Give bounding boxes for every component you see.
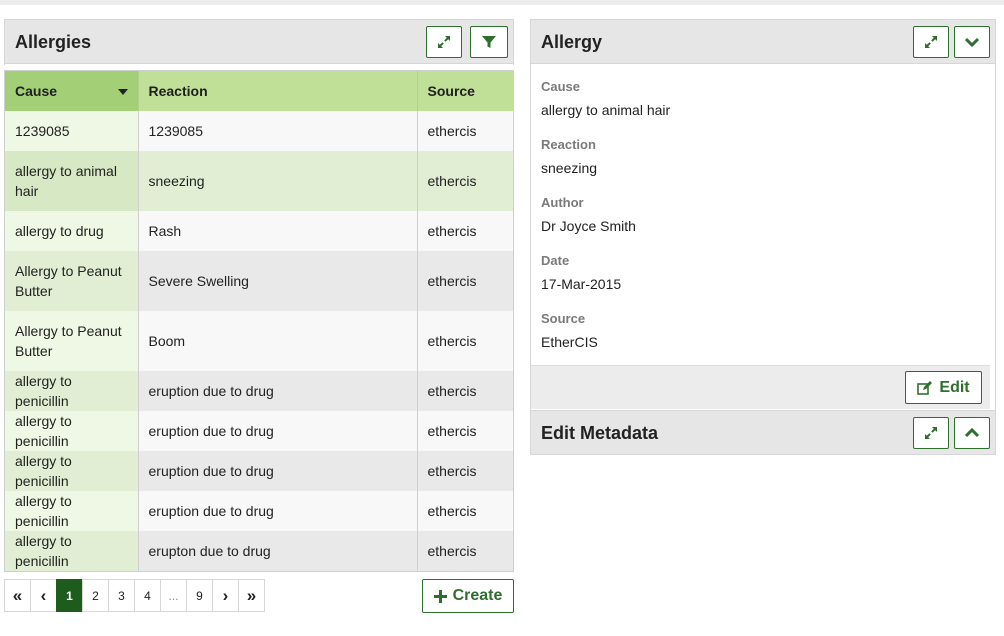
- allergies-table: Cause Reaction Source 1239085 1239085 et…: [4, 70, 514, 572]
- allergy-detail-header: Allergy: [531, 20, 995, 64]
- field-label-source: Source: [541, 311, 586, 326]
- cell-cause: Allergy to Peanut Butter: [5, 251, 139, 311]
- page-ellipsis: ...: [160, 579, 187, 612]
- filter-button[interactable]: [470, 26, 508, 58]
- table-row-selected[interactable]: allergy to animal hair sneezing ethercis: [5, 151, 513, 211]
- table-row[interactable]: allergy to drug Rash ethercis: [5, 211, 513, 251]
- cell-source: ethercis: [417, 251, 513, 311]
- cell-cause: allergy to animal hair: [5, 151, 139, 211]
- field-value-author: Dr Joyce Smith: [541, 218, 636, 234]
- cell-cause: 1239085: [5, 111, 139, 151]
- create-button[interactable]: Create: [422, 579, 514, 613]
- table-header-row: Cause Reaction Source: [5, 71, 513, 111]
- column-header-label: Cause: [15, 83, 58, 99]
- cell-reaction: Severe Swelling: [138, 251, 418, 311]
- cell-reaction: eruption due to drug: [138, 371, 418, 411]
- edit-metadata-title: Edit Metadata: [541, 423, 659, 443]
- cell-cause: allergy to drug: [5, 211, 139, 251]
- column-header-label: Reaction: [148, 83, 208, 99]
- page-button-1[interactable]: 1: [56, 579, 83, 612]
- cell-source: ethercis: [417, 311, 513, 371]
- cell-source: ethercis: [417, 491, 513, 531]
- expand-metadata-button[interactable]: [913, 417, 949, 449]
- edit-metadata-header: Edit Metadata: [531, 410, 995, 454]
- field-label-author: Author: [541, 195, 584, 210]
- allergy-detail-title: Allergy: [541, 32, 603, 52]
- chevron-up-icon: [965, 428, 979, 438]
- cell-cause: allergy to penicillin: [5, 531, 139, 571]
- expand-arrows-icon: [925, 427, 937, 439]
- table-row[interactable]: allergy to penicillin eruption due to dr…: [5, 411, 513, 451]
- sort-caret-icon: [117, 89, 128, 95]
- cell-cause: Allergy to Peanut Butter: [5, 311, 139, 371]
- top-strip: [0, 0, 1004, 5]
- table-row[interactable]: allergy to penicillin eruption due to dr…: [5, 371, 513, 411]
- cell-reaction: sneezing: [138, 151, 418, 211]
- table-row[interactable]: 1239085 1239085 ethercis: [5, 111, 513, 151]
- cell-source: ethercis: [417, 411, 513, 451]
- table-row[interactable]: allergy to penicillin erupton due to dru…: [5, 531, 513, 571]
- expand-arrows-icon: [925, 36, 937, 48]
- field-value-source: EtherCIS: [541, 334, 598, 350]
- page-button-4[interactable]: 4: [134, 579, 161, 612]
- cell-cause: allergy to penicillin: [5, 451, 139, 491]
- create-button-label: Create: [452, 587, 503, 604]
- cell-cause: allergy to penicillin: [5, 411, 139, 451]
- column-header-reaction[interactable]: Reaction: [138, 71, 418, 111]
- cell-source: ethercis: [417, 451, 513, 491]
- cell-reaction: eruption due to drug: [138, 451, 418, 491]
- cell-source: ethercis: [417, 371, 513, 411]
- cell-source: ethercis: [417, 531, 513, 571]
- page-button-2[interactable]: 2: [82, 579, 109, 612]
- cell-source: ethercis: [417, 151, 513, 211]
- allergies-panel-title: Allergies: [15, 32, 92, 52]
- last-page-button[interactable]: »: [238, 579, 265, 612]
- toggle-metadata-button[interactable]: [954, 417, 990, 449]
- cell-reaction: eruption due to drug: [138, 411, 418, 451]
- field-value-cause: allergy to animal hair: [541, 102, 671, 118]
- allergy-detail-panel: Allergy Cause allergy to animal hair Rea…: [530, 19, 996, 455]
- allergies-panel-header: Allergies: [5, 20, 513, 64]
- allergies-panel: Allergies: [4, 19, 514, 65]
- column-header-label: Source: [427, 83, 475, 99]
- cell-cause: allergy to penicillin: [5, 371, 139, 411]
- field-label-cause: Cause: [541, 79, 581, 94]
- field-label-reaction: Reaction: [541, 137, 596, 152]
- page-button-9[interactable]: 9: [186, 579, 213, 612]
- cell-reaction: Boom: [138, 311, 418, 371]
- cell-cause: allergy to penicillin: [5, 491, 139, 531]
- table-row[interactable]: allergy to penicillin eruption due to dr…: [5, 491, 513, 531]
- filter-funnel-icon: [482, 36, 496, 48]
- field-value-reaction: sneezing: [541, 160, 598, 176]
- cell-reaction: eruption due to drug: [138, 491, 418, 531]
- table-row[interactable]: allergy to penicillin eruption due to dr…: [5, 451, 513, 491]
- cell-reaction: erupton due to drug: [138, 531, 418, 571]
- field-label-date: Date: [541, 253, 570, 268]
- cell-source: ethercis: [417, 111, 513, 151]
- cell-source: ethercis: [417, 211, 513, 251]
- expand-allergies-button[interactable]: [426, 26, 462, 58]
- pagination: « ‹ 1 2 3 4 ... 9 › »: [4, 579, 265, 612]
- prev-page-button[interactable]: ‹: [30, 579, 57, 612]
- field-value-date: 17-Mar-2015: [541, 276, 622, 292]
- edit-pencil-icon: [917, 380, 933, 395]
- collapse-detail-button[interactable]: [954, 26, 990, 58]
- first-page-button[interactable]: «: [4, 579, 31, 612]
- edit-button-label: Edit: [939, 378, 970, 396]
- expand-detail-button[interactable]: [913, 26, 949, 58]
- page-button-3[interactable]: 3: [108, 579, 135, 612]
- table-row[interactable]: Allergy to Peanut Butter Boom ethercis: [5, 311, 513, 371]
- chevron-down-icon: [965, 37, 979, 47]
- cell-reaction: 1239085: [138, 111, 418, 151]
- expand-arrows-icon: [438, 36, 450, 48]
- cell-reaction: Rash: [138, 211, 418, 251]
- table-row[interactable]: Allergy to Peanut Butter Severe Swelling…: [5, 251, 513, 311]
- detail-footer: Edit: [531, 365, 990, 409]
- column-header-cause[interactable]: Cause: [5, 71, 139, 111]
- next-page-button[interactable]: ›: [212, 579, 239, 612]
- edit-button[interactable]: Edit: [905, 371, 982, 404]
- column-header-source[interactable]: Source: [417, 71, 513, 111]
- plus-icon: [433, 589, 447, 603]
